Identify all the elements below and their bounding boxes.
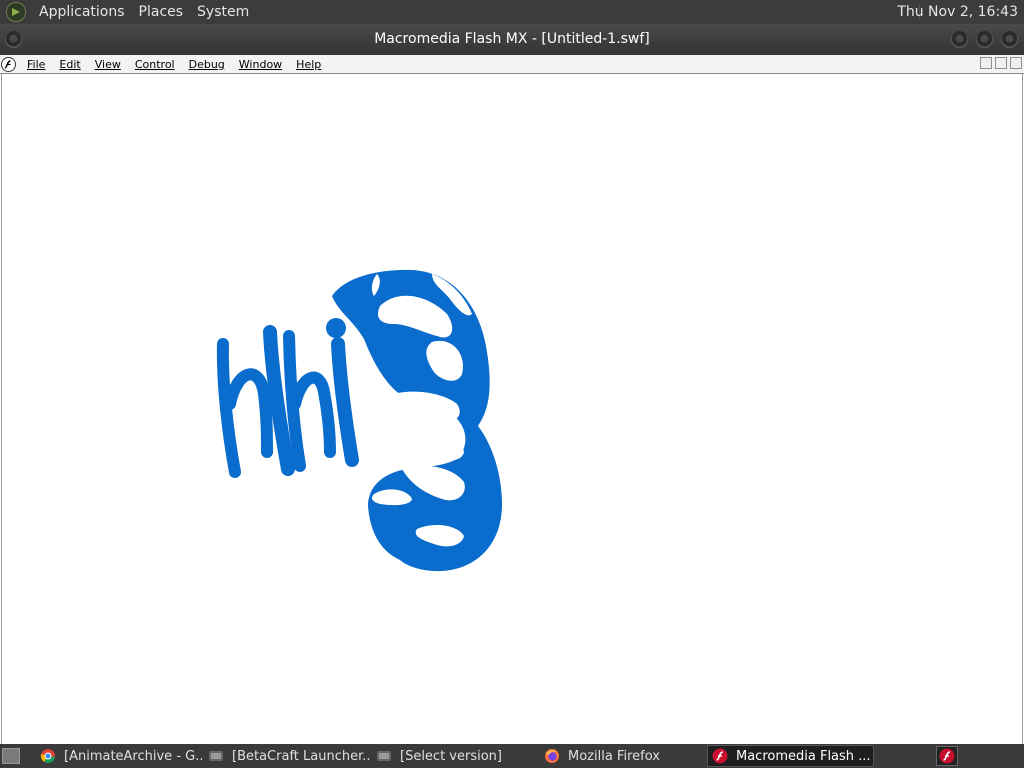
mate-logo-icon[interactable] bbox=[6, 2, 26, 22]
task-button-flash[interactable]: Macromedia Flash ... bbox=[707, 745, 874, 767]
menu-edit[interactable]: Edit bbox=[52, 58, 87, 71]
clock[interactable]: Thu Nov 2, 16:43 bbox=[897, 0, 1018, 24]
menu-system[interactable]: System bbox=[190, 0, 256, 24]
menu-applications[interactable]: Applications bbox=[32, 0, 132, 24]
tray-flash-icon[interactable] bbox=[936, 746, 958, 766]
menu-file[interactable]: File bbox=[20, 58, 52, 71]
chrome-icon bbox=[40, 749, 55, 764]
flash-player-icon[interactable] bbox=[1, 56, 16, 72]
java-icon bbox=[209, 751, 223, 761]
stage-artwork bbox=[216, 269, 502, 572]
mdi-restore-button[interactable] bbox=[995, 57, 1007, 69]
task-button-betacraft[interactable]: [BetaCraft Launcher... bbox=[204, 745, 370, 767]
window-title-bar[interactable]: Macromedia Flash MX - [Untitled-1.swf] bbox=[0, 24, 1024, 55]
window-title: Macromedia Flash MX - [Untitled-1.swf] bbox=[374, 31, 650, 47]
menu-window[interactable]: Window bbox=[232, 58, 289, 71]
task-button-firefox[interactable]: Mozilla Firefox bbox=[540, 745, 706, 767]
menu-debug[interactable]: Debug bbox=[182, 58, 232, 71]
app-menubar: File Edit View Control Debug Window Help bbox=[0, 55, 1024, 74]
menu-places[interactable]: Places bbox=[132, 0, 191, 24]
flash-stage[interactable] bbox=[1, 74, 1023, 744]
top-panel: Applications Places System Thu Nov 2, 16… bbox=[0, 0, 1024, 24]
letter-i2 bbox=[331, 337, 359, 467]
maximize-button[interactable] bbox=[976, 31, 993, 48]
task-label: [Select version] bbox=[400, 748, 502, 764]
firefox-icon bbox=[545, 749, 559, 763]
java-icon bbox=[377, 751, 391, 761]
task-label: Mozilla Firefox bbox=[568, 748, 660, 764]
menu-view[interactable]: View bbox=[88, 58, 128, 71]
bottom-taskbar: [AnimateArchive - G... [BetaCraft Launch… bbox=[0, 744, 1024, 768]
flash-icon bbox=[712, 748, 728, 764]
task-button-chrome[interactable]: [AnimateArchive - G... bbox=[36, 745, 202, 767]
close-button[interactable] bbox=[1001, 31, 1018, 48]
menu-control[interactable]: Control bbox=[128, 58, 182, 71]
task-button-select-version[interactable]: [Select version] bbox=[372, 745, 538, 767]
task-label: [AnimateArchive - G... bbox=[64, 748, 202, 764]
task-label: Macromedia Flash ... bbox=[736, 748, 871, 764]
menu-help[interactable]: Help bbox=[289, 58, 328, 71]
minimize-button[interactable] bbox=[951, 31, 968, 48]
show-desktop-icon[interactable] bbox=[2, 748, 20, 764]
mdi-close-button[interactable] bbox=[1010, 57, 1022, 69]
mdi-minimize-button[interactable] bbox=[980, 57, 992, 69]
task-label: [BetaCraft Launcher... bbox=[232, 748, 370, 764]
